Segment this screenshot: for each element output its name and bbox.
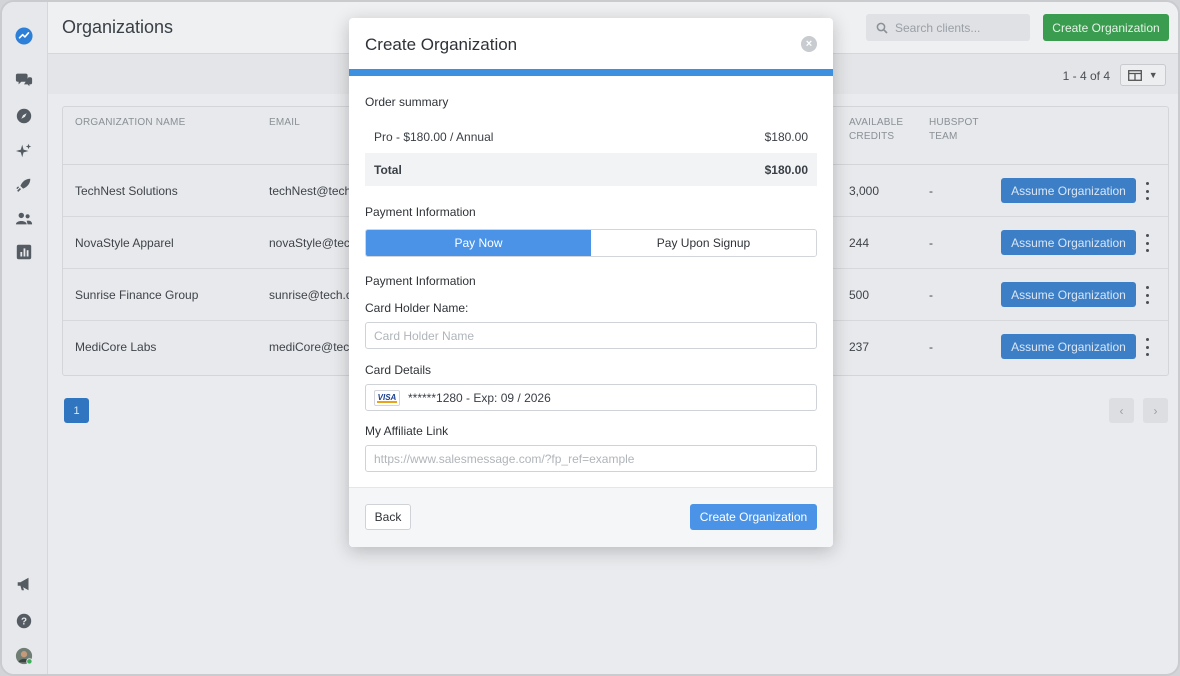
card-holder-field[interactable] (365, 322, 817, 349)
payment-information-label: Payment Information (365, 205, 476, 219)
card-details-label: Card Details (365, 363, 432, 377)
modal-header: Create Organization × (349, 18, 833, 70)
back-button[interactable]: Back (365, 504, 411, 530)
order-total: Total $180.00 (365, 153, 817, 186)
submit-create-organization-button[interactable]: Create Organization (690, 504, 817, 530)
card-holder-label: Card Holder Name: (365, 301, 469, 315)
affiliate-link-field[interactable] (365, 445, 817, 472)
payment-mode-toggle: Pay Now Pay Upon Signup (365, 229, 817, 257)
create-organization-modal: Create Organization × Order summary Pro … (349, 18, 833, 547)
total-label: Total (374, 162, 402, 177)
card-details-field[interactable]: VISA ******1280 - Exp: 09 / 2026 (365, 384, 817, 411)
order-line-item: Pro - $180.00 / Annual $180.00 (365, 120, 817, 153)
affiliate-link-label: My Affiliate Link (365, 424, 449, 438)
progress-bar (349, 69, 833, 76)
order-summary-label: Order summary (365, 95, 449, 109)
tab-pay-now[interactable]: Pay Now (366, 230, 591, 256)
modal-footer: Back Create Organization (349, 487, 833, 547)
close-icon[interactable]: × (801, 36, 817, 52)
total-amount: $180.00 (764, 162, 808, 177)
visa-card-icon: VISA (374, 389, 400, 406)
card-details-value: ******1280 - Exp: 09 / 2026 (408, 390, 551, 405)
app-window: ? Organizations Create Organization 1 - … (0, 0, 1180, 676)
payment-information-label-2: Payment Information (365, 274, 476, 288)
line-item-amount: $180.00 (764, 129, 808, 144)
modal-title: Create Organization (365, 35, 518, 54)
affiliate-link-input[interactable] (374, 451, 816, 466)
tab-pay-upon-signup[interactable]: Pay Upon Signup (591, 230, 816, 256)
card-holder-input[interactable] (374, 328, 816, 343)
line-item-label: Pro - $180.00 / Annual (374, 129, 494, 144)
